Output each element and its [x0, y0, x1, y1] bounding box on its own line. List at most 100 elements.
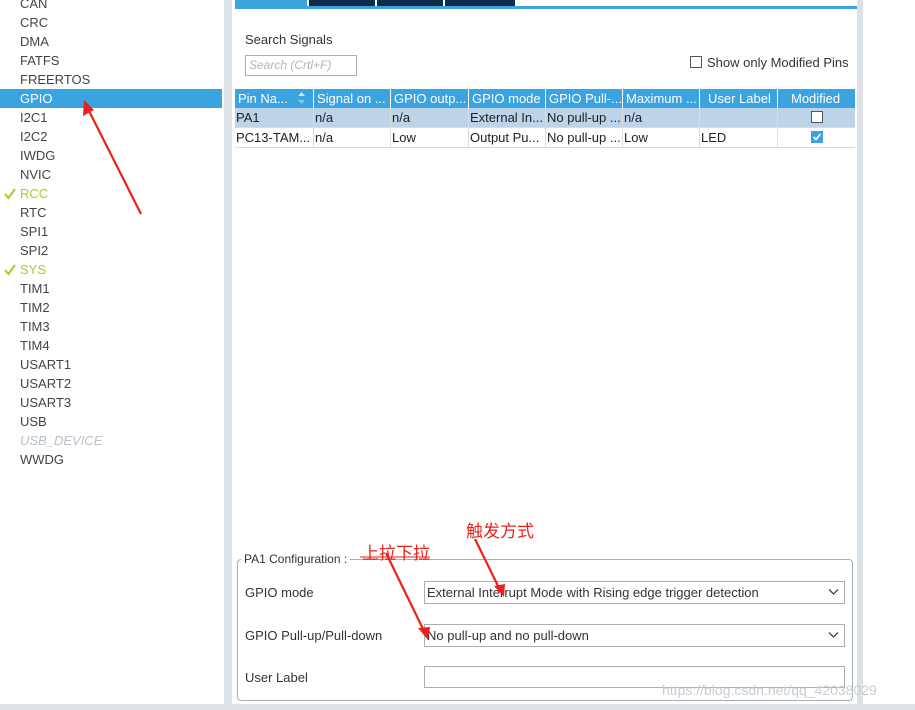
gpio-mode-value: External Interrupt Mode with Rising edge… [427, 585, 759, 600]
sidebar-item-iwdg[interactable]: IWDG [0, 146, 222, 165]
sidebar-item-tim1[interactable]: TIM1 [0, 279, 222, 298]
column-header-maximum[interactable]: Maximum ... [623, 89, 700, 108]
column-header-gpio-output[interactable]: GPIO outp... [391, 89, 469, 108]
sidebar-item-usb-device[interactable]: USB_DEVICE [0, 431, 222, 450]
bottom-border [0, 704, 915, 710]
stm32cubemx-pinout-window: CAN CRC DMA FATFS FREERTOS GPIO I2C1 I2C2 IWDG NV… [0, 0, 915, 710]
sidebar-item-label: USART3 [20, 395, 72, 410]
sidebar-item-can[interactable]: CAN [0, 0, 222, 13]
show-modified-label: Show only Modified Pins [707, 55, 849, 70]
annotation-pull-up-down: 上拉下拉 [362, 544, 430, 564]
column-header-user-label[interactable]: User Label [700, 89, 778, 108]
gpio-mode-label: GPIO mode [245, 585, 314, 600]
sidebar-item-label: USART1 [20, 357, 72, 372]
peripheral-list: CAN CRC DMA FATFS FREERTOS GPIO I2C1 I2C2 IWDG NV… [0, 0, 224, 710]
cell-gpio-pull: No pull-up ... [546, 108, 623, 128]
sidebar-item-fatfs[interactable]: FATFS [0, 51, 222, 70]
sidebar-item-rcc[interactable]: RCC [0, 184, 222, 203]
modified-checkbox[interactable] [811, 131, 823, 143]
sidebar-item-wwdg[interactable]: WWDG [0, 450, 222, 469]
pin-table-header: Pin Na... Signal on ... GPIO outp... GPI… [235, 89, 855, 108]
configuration-title: PA1 Configuration : [241, 552, 351, 566]
sidebar-item-label: TIM2 [20, 300, 50, 315]
sidebar-item-dma[interactable]: DMA [0, 32, 222, 51]
sidebar-item-label: NVIC [20, 167, 52, 182]
sidebar-item-label: I2C2 [20, 129, 48, 144]
sort-icon [298, 92, 305, 104]
sidebar-item-label: SYS [20, 262, 47, 277]
gpio-pull-select[interactable]: No pull-up and no pull-down [424, 624, 845, 647]
sidebar-item-usart1[interactable]: USART1 [0, 355, 222, 374]
cell-user-label: LED [700, 128, 778, 148]
table-row[interactable]: PA1 n/a n/a External In... No pull-up ... n/a [235, 108, 855, 128]
sidebar-item-label: USART2 [20, 376, 72, 391]
sidebar-item-crc[interactable]: CRC [0, 13, 222, 32]
sidebar-item-freertos[interactable]: FREERTOS [0, 70, 222, 89]
tabs-underline [235, 6, 857, 9]
check-icon [812, 133, 822, 141]
search-input[interactable]: Search (Crtl+F) [245, 55, 357, 76]
sidebar-item-label: USB [20, 414, 47, 429]
chevron-down-icon [828, 589, 839, 595]
sidebar-item-nvic[interactable]: NVIC [0, 165, 222, 184]
gpio-pull-label: GPIO Pull-up/Pull-down [245, 628, 383, 643]
sidebar-item-i2c2[interactable]: I2C2 [0, 127, 222, 146]
sidebar-item-label: WWDG [20, 452, 65, 467]
sidebar-item-label: SPI2 [20, 243, 49, 258]
cell-pin-name: PC13-TAM... [235, 128, 314, 148]
sidebar-item-label: USB_DEVICE [20, 433, 103, 448]
column-header-signal[interactable]: Signal on ... [314, 89, 391, 108]
sidebar-item-label: TIM4 [20, 338, 50, 353]
sidebar-item-label: CRC [20, 15, 49, 30]
table-row[interactable]: PC13-TAM... n/a Low Output Pu... No pull-up … [235, 128, 855, 148]
sidebar-item-label: RCC [20, 186, 49, 201]
sidebar-item-usb[interactable]: USB [0, 412, 222, 431]
annotation-trigger-mode: 触发方式 [466, 522, 534, 542]
cell-maximum: n/a [623, 108, 700, 128]
cell-signal: n/a [314, 108, 391, 128]
sidebar-item-usart2[interactable]: USART2 [0, 374, 222, 393]
sidebar-item-tim3[interactable]: TIM3 [0, 317, 222, 336]
check-icon [4, 188, 16, 200]
user-label-label: User Label [245, 670, 308, 685]
cell-maximum: Low [623, 128, 700, 148]
cell-pin-name: PA1 [235, 108, 314, 128]
sidebar-item-label: DMA [20, 34, 49, 49]
sidebar-item-label: FATFS [20, 53, 60, 68]
sidebar-item-spi1[interactable]: SPI1 [0, 222, 222, 241]
sidebar-item-i2c1[interactable]: I2C1 [0, 108, 222, 127]
gpio-pull-value: No pull-up and no pull-down [427, 628, 589, 643]
cell-gpio-output: Low [391, 128, 469, 148]
cell-gpio-mode: External In... [469, 108, 546, 128]
column-header-modified[interactable]: Modified [778, 89, 855, 108]
sidebar-item-sys[interactable]: SYS [0, 260, 222, 279]
chevron-down-icon [828, 632, 839, 638]
modified-checkbox[interactable] [811, 111, 823, 123]
cell-signal: n/a [314, 128, 391, 148]
panel-splitter[interactable] [224, 0, 232, 710]
sidebar-item-label: CAN [20, 0, 48, 11]
cell-user-label [700, 108, 778, 128]
gpio-mode-select[interactable]: External Interrupt Mode with Rising edge… [424, 581, 845, 604]
cell-gpio-output: n/a [391, 108, 469, 128]
sidebar-item-label: RTC [20, 205, 47, 220]
right-panel-border [857, 0, 863, 710]
sidebar-item-spi2[interactable]: SPI2 [0, 241, 222, 260]
sidebar-item-label: I2C1 [20, 110, 48, 125]
sidebar-item-label: IWDG [20, 148, 56, 163]
sidebar-item-gpio[interactable]: GPIO [0, 89, 222, 108]
cell-gpio-pull: No pull-up ... [546, 128, 623, 148]
sidebar-item-rtc[interactable]: RTC [0, 203, 222, 222]
column-header-gpio-mode[interactable]: GPIO mode [469, 89, 546, 108]
column-header-gpio-pull[interactable]: GPIO Pull-... [546, 89, 623, 108]
check-icon [4, 264, 16, 276]
sidebar-item-tim4[interactable]: TIM4 [0, 336, 222, 355]
sidebar-item-tim2[interactable]: TIM2 [0, 298, 222, 317]
show-modified-checkbox[interactable] [690, 56, 702, 68]
watermark: https://blog.csdn.net/qq_42038029 [662, 682, 877, 698]
sidebar-item-usart3[interactable]: USART3 [0, 393, 222, 412]
row-divider [235, 147, 855, 148]
sidebar-item-label: TIM3 [20, 319, 50, 334]
column-header-pin-name[interactable]: Pin Na... [235, 89, 314, 108]
sidebar-item-label: GPIO [20, 91, 53, 106]
